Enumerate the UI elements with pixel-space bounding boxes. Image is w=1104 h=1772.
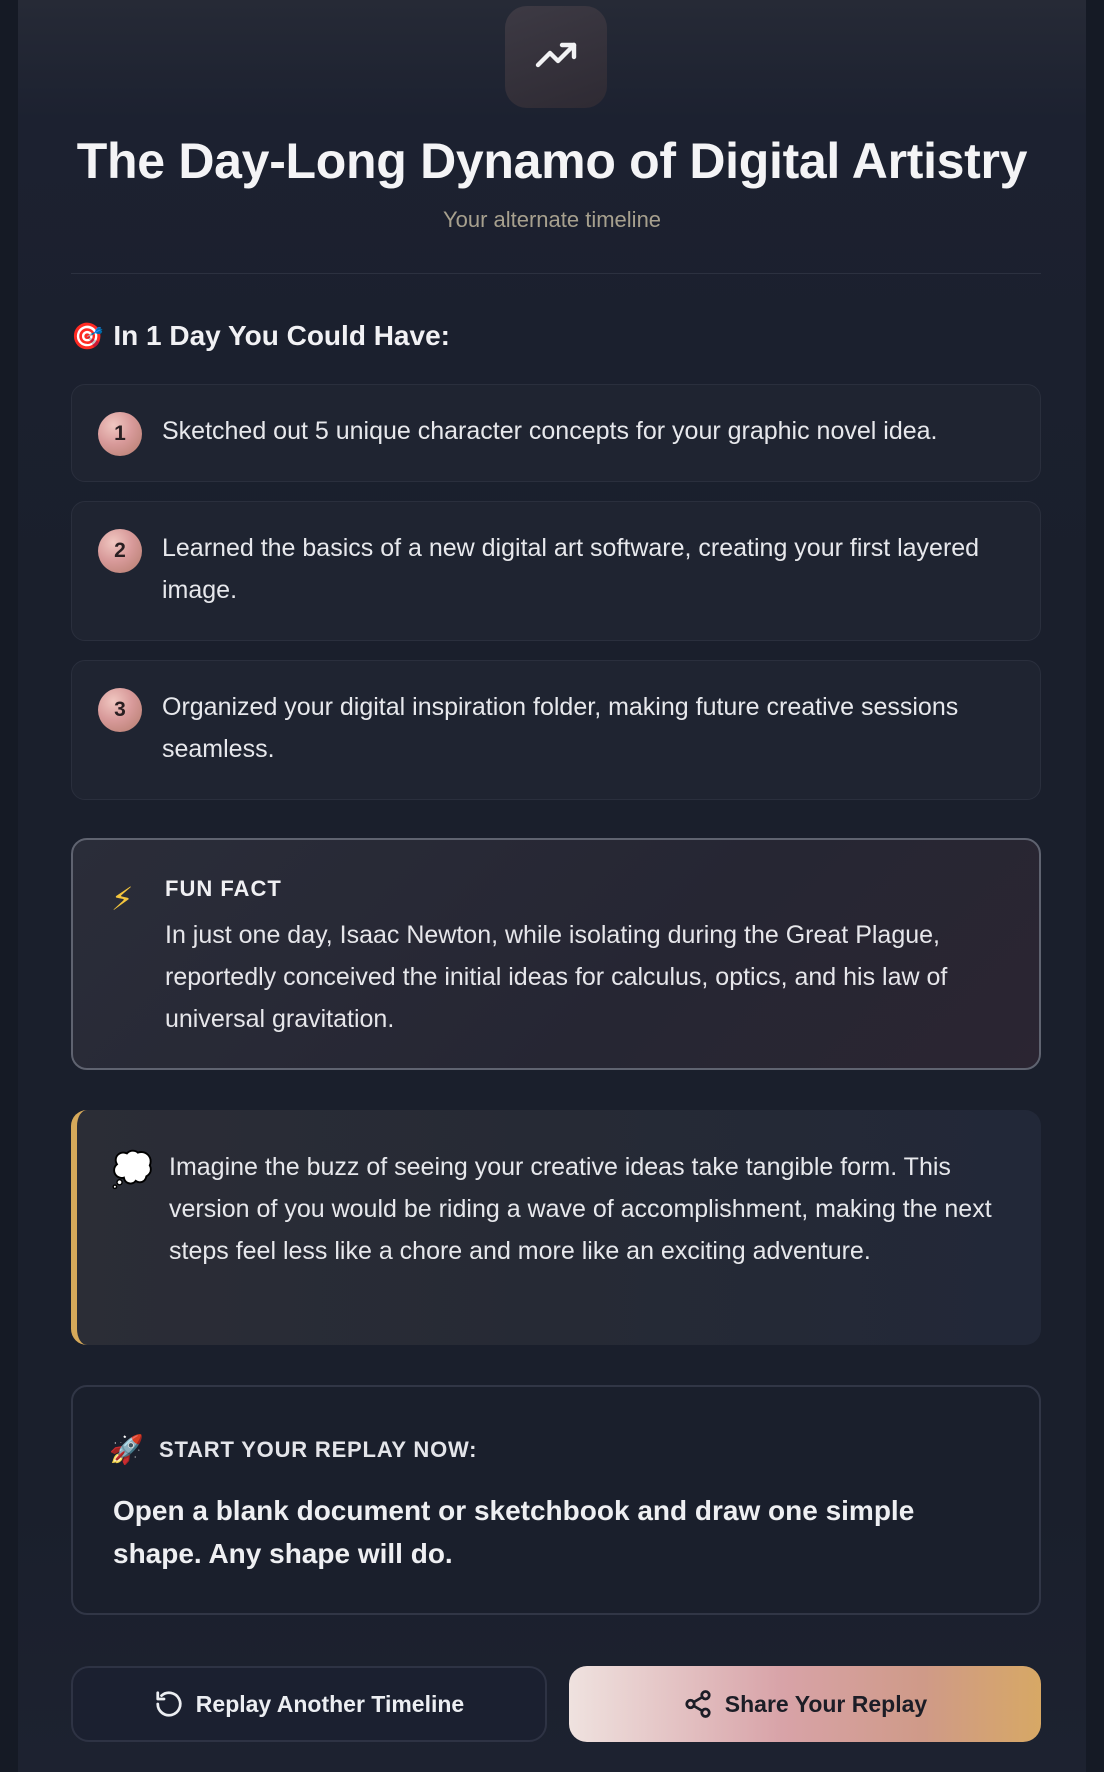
achievement-number-badge: 2 [98, 529, 142, 573]
reflection-text: Imagine the buzz of seeing your creative… [169, 1153, 992, 1265]
achievements-heading: 🎯 In 1 Day You Could Have: [71, 318, 450, 354]
share-icon [685, 1690, 711, 1718]
call-to-action-card: 🚀 START YOUR REPLAY NOW: Open a blank do… [71, 1385, 1041, 1615]
share-button-label: Share Your Replay [724, 1690, 928, 1717]
replay-another-timeline-button[interactable]: Replay Another Timeline [71, 1666, 547, 1742]
page-title: The Day-Long Dynamo of Digital Artistry [76, 133, 1028, 189]
achievements-heading-label: In 1 Day You Could Have: [113, 320, 450, 351]
trending-up-icon [505, 6, 607, 108]
replay-button-label: Replay Another Timeline [195, 1690, 465, 1717]
achievement-number-badge: 3 [98, 688, 142, 732]
thought-bubble-icon: 💭 [111, 1151, 154, 1189]
fun-fact-label: FUN FACT [165, 876, 282, 901]
achievement-item-3: 3 Organized your digital inspiration fol… [71, 660, 1041, 800]
header-divider [71, 273, 1041, 274]
achievement-text: Organized your digital inspiration folde… [162, 693, 959, 763]
fun-fact-card: ⚡ FUN FACT In just one day, Isaac Newton… [71, 838, 1041, 1070]
refresh-icon [156, 1691, 182, 1717]
rocket-icon: 🚀 [109, 1434, 144, 1465]
achievement-item-2: 2 Learned the basics of a new digital ar… [71, 501, 1041, 641]
achievement-number-badge: 1 [98, 412, 142, 456]
fun-fact-text: In just one day, Isaac Newton, while iso… [165, 921, 948, 1033]
achievement-text: Sketched out 5 unique character concepts… [162, 417, 938, 445]
reflection-card: 💭 Imagine the buzz of seeing your creati… [71, 1110, 1041, 1345]
lightning-icon: ⚡ [111, 881, 134, 917]
achievement-text: Learned the basics of a new digital art … [162, 534, 980, 604]
share-your-replay-button[interactable]: Share Your Replay [569, 1666, 1041, 1742]
call-to-action-label: START YOUR REPLAY NOW: [159, 1437, 478, 1462]
page-subtitle: Your alternate timeline [442, 207, 662, 232]
achievement-item-1: 1 Sketched out 5 unique character concep… [71, 384, 1041, 482]
page-container: The Day-Long Dynamo of Digital Artistry … [18, 0, 1086, 1772]
call-to-action-text: Open a blank document or sketchbook and … [113, 1495, 915, 1569]
target-icon: 🎯 [71, 321, 104, 351]
